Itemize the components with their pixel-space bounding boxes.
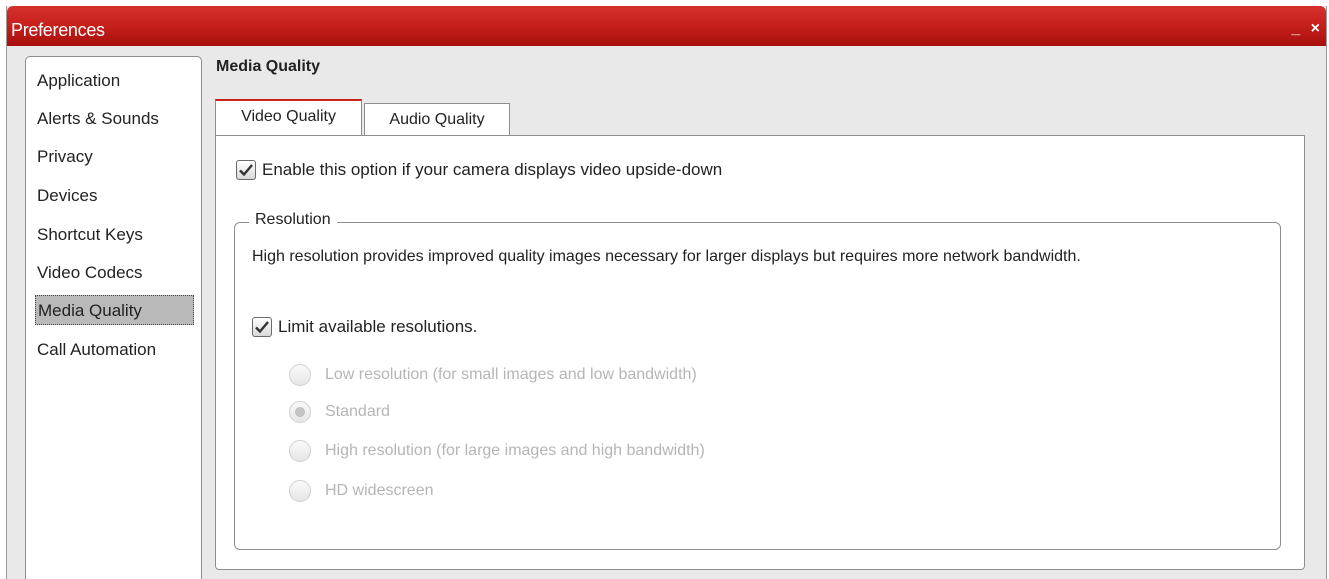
preferences-window: Preferences _ × Application Alerts & Sou… bbox=[6, 6, 1327, 579]
sidebar-item-shortcut-keys[interactable]: Shortcut Keys bbox=[35, 220, 194, 250]
resolution-legend: Resolution bbox=[249, 211, 337, 229]
radio-button[interactable] bbox=[289, 364, 311, 386]
sidebar-item-devices[interactable]: Devices bbox=[35, 181, 194, 211]
radio-high-resolution[interactable]: High resolution (for large images and hi… bbox=[289, 440, 705, 462]
flip-video-checkbox[interactable] bbox=[236, 160, 256, 180]
tab-audio-quality[interactable]: Audio Quality bbox=[364, 103, 510, 135]
limit-resolutions-checkbox[interactable] bbox=[252, 317, 272, 337]
radio-button[interactable] bbox=[289, 480, 311, 502]
video-quality-panel: Enable this option if your camera displa… bbox=[215, 135, 1305, 570]
sidebar-item-media-quality[interactable]: Media Quality bbox=[35, 295, 194, 325]
title-bar[interactable]: Preferences _ × bbox=[7, 6, 1326, 46]
radio-label: Low resolution (for small images and low… bbox=[325, 366, 697, 383]
radio-button[interactable] bbox=[289, 401, 311, 423]
flip-video-option[interactable]: Enable this option if your camera displa… bbox=[236, 160, 722, 180]
radio-low-resolution[interactable]: Low resolution (for small images and low… bbox=[289, 364, 697, 386]
radio-hd-widescreen[interactable]: HD widescreen bbox=[289, 480, 433, 502]
radio-selected-dot bbox=[295, 407, 305, 417]
radio-label: Standard bbox=[325, 403, 390, 420]
preferences-sidebar: Application Alerts & Sounds Privacy Devi… bbox=[25, 56, 202, 579]
limit-resolutions-label: Limit available resolutions. bbox=[278, 317, 478, 336]
resolution-description: High resolution provides improved qualit… bbox=[252, 248, 1081, 265]
sidebar-item-video-codecs[interactable]: Video Codecs bbox=[35, 258, 194, 288]
sidebar-item-application[interactable]: Application bbox=[35, 66, 194, 96]
radio-label: High resolution (for large images and hi… bbox=[325, 442, 705, 459]
tab-video-quality[interactable]: Video Quality bbox=[215, 99, 362, 135]
window-controls: _ × bbox=[1285, 20, 1320, 38]
limit-resolutions-option[interactable]: Limit available resolutions. bbox=[252, 317, 477, 337]
checkmark-icon bbox=[255, 321, 269, 334]
section-title: Media Quality bbox=[216, 58, 321, 75]
sidebar-item-call-automation[interactable]: Call Automation bbox=[35, 335, 194, 365]
minimize-button[interactable]: _ bbox=[1291, 20, 1300, 37]
sidebar-item-privacy[interactable]: Privacy bbox=[35, 142, 194, 172]
radio-standard[interactable]: Standard bbox=[289, 401, 390, 423]
radio-label: HD widescreen bbox=[325, 482, 434, 499]
sidebar-item-alerts-sounds[interactable]: Alerts & Sounds bbox=[35, 104, 194, 134]
resolution-group: Resolution High resolution provides impr… bbox=[234, 211, 1281, 550]
radio-button[interactable] bbox=[289, 440, 311, 462]
close-button[interactable]: × bbox=[1311, 20, 1320, 37]
window-title: Preferences bbox=[11, 20, 105, 40]
checkmark-icon bbox=[239, 164, 253, 177]
flip-video-label: Enable this option if your camera displa… bbox=[262, 160, 723, 179]
